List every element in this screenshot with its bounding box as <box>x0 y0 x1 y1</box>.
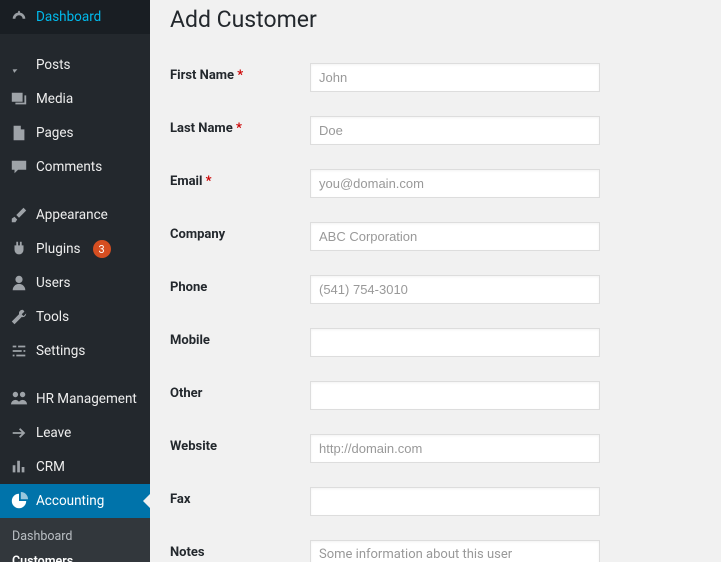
sidebar-item-label: Dashboard <box>36 9 101 25</box>
sidebar-item-label: Appearance <box>36 207 108 223</box>
label-phone: Phone <box>170 275 310 295</box>
sidebar-item-hr-management[interactable]: HR Management <box>0 382 150 416</box>
label-first-name: First Name * <box>170 63 310 83</box>
label-website: Website <box>170 434 310 454</box>
company-input[interactable] <box>310 222 600 251</box>
submenu-item-customers[interactable]: Customers <box>0 549 150 562</box>
field-phone: Phone <box>170 263 701 316</box>
sidebar-item-accounting[interactable]: Accounting <box>0 484 150 518</box>
sidebar-item-plugins[interactable]: Plugins 3 <box>0 232 150 266</box>
pages-icon <box>10 124 28 142</box>
email-input[interactable] <box>310 169 600 198</box>
main-content: Add Customer First Name * Last Name * Em… <box>150 0 721 562</box>
field-fax: Fax <box>170 475 701 528</box>
sidebar-item-comments[interactable]: Comments <box>0 150 150 184</box>
label-company: Company <box>170 222 310 242</box>
menu-separator <box>0 38 150 44</box>
pin-icon <box>10 56 28 74</box>
sidebar-item-posts[interactable]: Posts <box>0 48 150 82</box>
arrow-right-icon <box>10 424 28 442</box>
sidebar-item-dashboard[interactable]: Dashboard <box>0 0 150 34</box>
mobile-input[interactable] <box>310 328 600 357</box>
phone-input[interactable] <box>310 275 600 304</box>
first-name-input[interactable] <box>310 63 600 92</box>
field-company: Company <box>170 210 701 263</box>
sidebar-item-label: Posts <box>36 57 70 73</box>
media-icon <box>10 90 28 108</box>
label-last-name: Last Name * <box>170 116 310 136</box>
field-notes: Notes <box>170 528 701 562</box>
plug-icon <box>10 240 28 258</box>
field-mobile: Mobile <box>170 316 701 369</box>
field-last-name: Last Name * <box>170 104 701 157</box>
field-website: Website <box>170 422 701 475</box>
sidebar-item-settings[interactable]: Settings <box>0 334 150 368</box>
sidebar-item-label: Plugins <box>36 241 81 257</box>
sliders-icon <box>10 342 28 360</box>
bars-icon <box>10 458 28 476</box>
menu-separator <box>0 372 150 378</box>
sidebar-item-label: Media <box>36 91 73 107</box>
sidebar-item-users[interactable]: Users <box>0 266 150 300</box>
pie-chart-icon <box>10 492 28 510</box>
comment-icon <box>10 158 28 176</box>
fax-input[interactable] <box>310 487 600 516</box>
admin-sidebar: Dashboard Posts Media Pages Comments App… <box>0 0 150 562</box>
sidebar-item-leave[interactable]: Leave <box>0 416 150 450</box>
label-mobile: Mobile <box>170 328 310 348</box>
sidebar-item-label: Settings <box>36 343 85 359</box>
label-notes: Notes <box>170 540 310 560</box>
website-input[interactable] <box>310 434 600 463</box>
plugins-update-badge: 3 <box>93 240 111 258</box>
group-icon <box>10 390 28 408</box>
sidebar-item-appearance[interactable]: Appearance <box>0 198 150 232</box>
sidebar-item-label: Leave <box>36 425 71 441</box>
submenu-item-dashboard[interactable]: Dashboard <box>0 524 150 549</box>
field-first-name: First Name * <box>170 51 701 104</box>
sidebar-item-label: Tools <box>36 309 69 325</box>
sidebar-item-label: Accounting <box>36 493 104 509</box>
other-input[interactable] <box>310 381 600 410</box>
user-icon <box>10 274 28 292</box>
sidebar-item-pages[interactable]: Pages <box>0 116 150 150</box>
label-other: Other <box>170 381 310 401</box>
sidebar-item-label: HR Management <box>36 391 137 407</box>
sidebar-item-label: Users <box>36 275 70 291</box>
sidebar-item-crm[interactable]: CRM <box>0 450 150 484</box>
sidebar-item-tools[interactable]: Tools <box>0 300 150 334</box>
sidebar-item-label: Pages <box>36 125 74 141</box>
last-name-input[interactable] <box>310 116 600 145</box>
dashboard-icon <box>10 8 28 26</box>
page-title: Add Customer <box>170 0 701 51</box>
notes-textarea[interactable] <box>310 540 600 562</box>
brush-icon <box>10 206 28 224</box>
label-email: Email * <box>170 169 310 189</box>
wrench-icon <box>10 308 28 326</box>
field-other: Other <box>170 369 701 422</box>
sidebar-item-media[interactable]: Media <box>0 82 150 116</box>
label-fax: Fax <box>170 487 310 507</box>
menu-separator <box>0 188 150 194</box>
field-email: Email * <box>170 157 701 210</box>
sidebar-item-label: Comments <box>36 159 102 175</box>
sidebar-item-label: CRM <box>36 459 65 475</box>
accounting-submenu: Dashboard Customers Vendors Sales <box>0 518 150 562</box>
